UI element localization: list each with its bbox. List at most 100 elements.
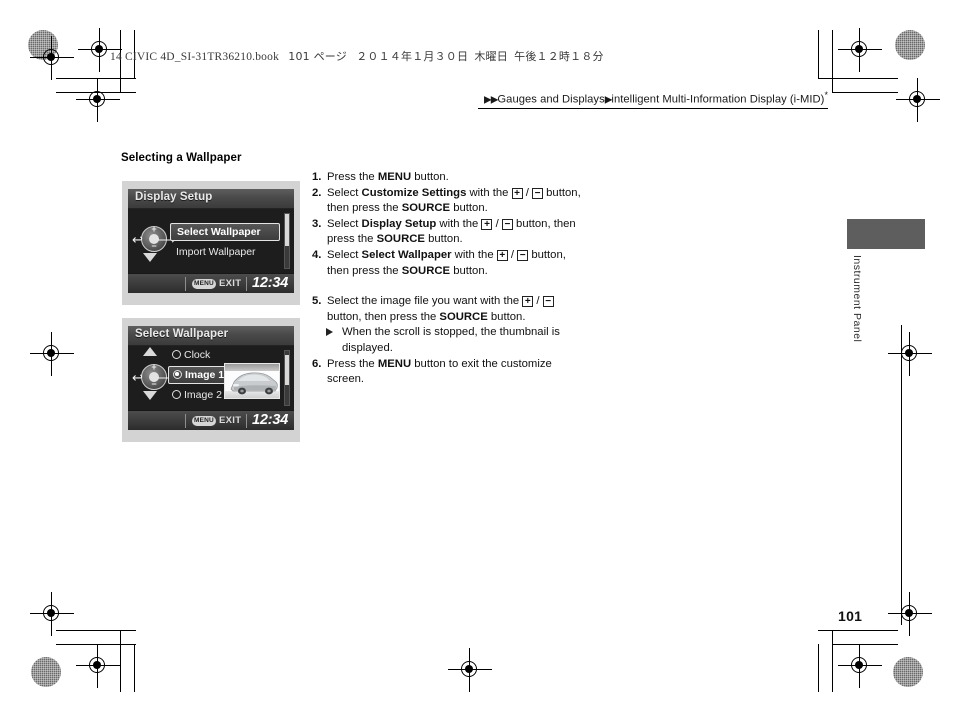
step-text: button.	[450, 202, 488, 215]
step-sub-note-text: When the scroll is stopped, the thumbnai…	[342, 326, 560, 354]
step-emphasis: SOURCE	[401, 264, 451, 277]
screen-footer: MENU EXIT 12:34	[128, 273, 294, 293]
select-wallpaper-screen: Select Wallpaper + − ↩ ⟶ Clock Image 1 I…	[128, 326, 294, 430]
screen-scrollbar[interactable]	[284, 350, 290, 406]
registration-mark-top-right-inner	[896, 78, 940, 122]
step-text: Press the	[327, 171, 378, 183]
step-text: Select	[327, 217, 362, 230]
scroll-down-arrow-icon[interactable]	[143, 253, 157, 262]
breadcrumb-level-2: intelligent Multi-Information Display (i…	[611, 93, 825, 106]
jog-dial-icon: + − ↩ ⟶	[132, 362, 176, 390]
wallpaper-option-clock[interactable]: Clock	[172, 348, 210, 362]
registration-mark-left-middle	[30, 332, 74, 376]
side-vertical-rule	[901, 325, 903, 625]
step-emphasis: Customize Settings	[361, 186, 467, 199]
instruction-steps: 1. Press the MENU button. 2. Select Customi…	[312, 170, 582, 388]
note-triangle-icon	[326, 328, 333, 337]
instruction-step: 5. Select the image file you want with th…	[312, 294, 582, 325]
breadcrumb-rule	[478, 108, 828, 110]
minus-key-icon: −	[501, 218, 513, 230]
instruction-step: 6. Press the MENU button to exit the cust…	[312, 357, 582, 388]
step-number: 6.	[312, 357, 322, 370]
running-header-page-label: 101 ページ	[288, 50, 347, 63]
page-number: 101	[838, 608, 863, 624]
registration-mark-right-middle	[888, 332, 932, 376]
display-setup-screen: Display Setup + − ↩ ⟶ Select Wallpaper I…	[128, 189, 294, 293]
step-text: Select	[327, 248, 362, 261]
step-number: 5.	[312, 295, 322, 308]
instruction-step: 2. Select Customize Settings with the + /…	[312, 186, 582, 217]
step-text: button, then press the	[327, 310, 440, 323]
wallpaper-thumbnail	[224, 363, 280, 399]
exit-label: EXIT	[219, 415, 242, 426]
registration-mark-bottom-center	[448, 648, 492, 692]
step-emphasis: MENU	[377, 357, 412, 370]
running-header-filename: 14 CIVIC 4D_SI-31TR36210.book	[110, 51, 280, 63]
step-text: button.	[450, 264, 488, 277]
minus-key-icon: −	[542, 296, 554, 308]
running-header-date: ２０１４年１月３０日	[356, 50, 469, 63]
menu-row-label: Select Wallpaper	[177, 226, 261, 238]
menu-row-import-wallpaper[interactable]: Import Wallpaper	[176, 245, 256, 259]
wallpaper-option-label: Clock	[184, 349, 211, 361]
step-text: /	[522, 186, 533, 199]
scroll-up-arrow-icon[interactable]	[143, 347, 157, 356]
instruction-step: 3. Select Display Setup with the + / − bu…	[312, 217, 582, 248]
step-text: with the	[436, 217, 482, 230]
display-setup-screenshot-panel: Display Setup + − ↩ ⟶ Select Wallpaper I…	[122, 181, 300, 305]
halftone-dot-top-right	[895, 30, 925, 60]
screen-body: + − ↩ ⟶ Clock Image 1 Image 2	[128, 346, 294, 410]
scroll-down-arrow-icon[interactable]	[143, 391, 157, 400]
menu-button-badge[interactable]: MENU	[192, 279, 216, 289]
minus-key-icon: −	[532, 187, 544, 199]
screen-clock: 12:34	[252, 412, 289, 428]
screen-title-text: Select Wallpaper	[135, 328, 229, 340]
plus-key-icon: +	[496, 249, 508, 261]
step-number: 4.	[312, 248, 322, 261]
crop-mark-bottom-right	[818, 612, 898, 692]
wallpaper-option-label: Image 2	[184, 389, 222, 401]
step-text: with the	[466, 186, 512, 199]
instruction-step: 1. Press the MENU button.	[312, 170, 582, 186]
crop-mark-top-right	[818, 30, 898, 110]
step-text: /	[492, 217, 502, 230]
wallpaper-option-image-2[interactable]: Image 2	[172, 388, 222, 402]
step-emphasis: SOURCE	[439, 310, 488, 323]
step-emphasis: SOURCE	[376, 233, 425, 246]
step-text: Press the	[327, 357, 378, 370]
running-header-weekday: 木曜日	[474, 50, 508, 63]
exit-label: EXIT	[219, 278, 242, 289]
menu-button-badge[interactable]: MENU	[192, 416, 216, 426]
step-text: button.	[487, 310, 526, 323]
radio-button-icon[interactable]	[172, 350, 181, 359]
screen-title-bar: Select Wallpaper	[128, 326, 294, 346]
step-text: Select the image file you want with the	[327, 295, 523, 308]
crop-mark-bottom-left	[56, 612, 136, 692]
breadcrumb-footnote-marker: *	[824, 90, 828, 100]
plus-key-icon: +	[481, 218, 493, 230]
step-number: 1.	[312, 171, 322, 183]
screen-clock: 12:34	[252, 275, 289, 291]
step-text: Select	[327, 186, 362, 199]
minus-key-icon: −	[517, 249, 529, 261]
screen-body: + − ↩ ⟶ Select Wallpaper Import Wallpape…	[128, 209, 294, 273]
step-text: button.	[411, 171, 449, 183]
step-group-gap	[312, 279, 582, 294]
wallpaper-option-label: Image 1	[185, 369, 225, 381]
radio-button-icon[interactable]	[172, 390, 181, 399]
menu-row-label: Import Wallpaper	[176, 246, 256, 258]
breadcrumb: ▶▶Gauges and Displays▶intelligent Multi-…	[478, 88, 828, 110]
screen-title-text: Display Setup	[135, 191, 213, 203]
screen-scrollbar[interactable]	[284, 213, 290, 269]
footer-divider	[185, 277, 187, 291]
breadcrumb-arrow-1-icon: ▶▶	[484, 94, 498, 106]
step-text: with the	[451, 248, 497, 261]
select-wallpaper-screenshot-panel: Select Wallpaper + − ↩ ⟶ Clock Image 1 I…	[122, 318, 300, 442]
radio-button-icon[interactable]	[173, 370, 182, 379]
step-text: /	[507, 248, 518, 261]
step-number: 3.	[312, 217, 322, 230]
step-number: 2.	[312, 186, 322, 199]
menu-row-select-wallpaper[interactable]: Select Wallpaper	[170, 223, 280, 241]
footer-divider	[185, 414, 187, 428]
step-text: /	[533, 295, 543, 308]
